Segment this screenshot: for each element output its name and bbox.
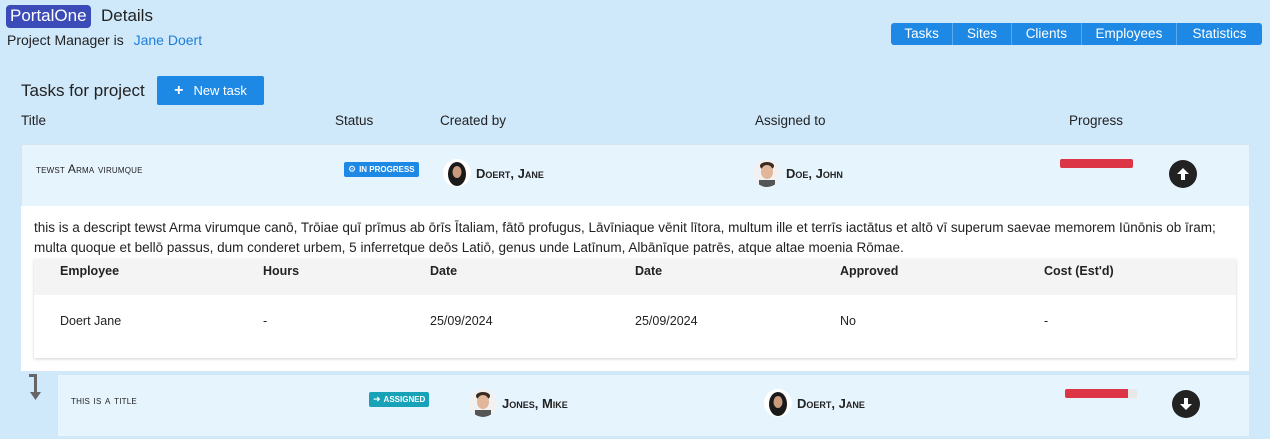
page-title: Details bbox=[101, 6, 153, 25]
assigned-to-name: Doert, Jane bbox=[797, 395, 865, 411]
progress-bar bbox=[1060, 159, 1133, 168]
column-header-title: Title bbox=[21, 113, 47, 128]
log-header-cost: Cost (Est'd) bbox=[1044, 264, 1114, 278]
log-cell-approved: No bbox=[840, 314, 856, 328]
project-manager-label: Project Manager is bbox=[7, 32, 124, 48]
log-cell-employee: Doert Jane bbox=[60, 314, 122, 328]
nav-clients[interactable]: Clients bbox=[1012, 23, 1082, 45]
column-header-status: Status bbox=[335, 113, 374, 128]
subtask-connector-icon bbox=[29, 374, 47, 404]
log-header-employee: Employee bbox=[60, 264, 120, 278]
task-row[interactable]: this is a title ➜ ASSIGNED Jones, Mike D… bbox=[57, 374, 1250, 437]
avatar bbox=[469, 389, 497, 417]
column-header-assigned-to: Assigned to bbox=[755, 113, 826, 128]
task-details-panel: this is a descript tewst Arma virumque c… bbox=[21, 206, 1249, 371]
nav-employees[interactable]: Employees bbox=[1082, 23, 1177, 45]
project-manager-link[interactable]: Jane Doert bbox=[134, 32, 202, 48]
cogs-icon: ⚙ bbox=[348, 164, 357, 174]
avatar bbox=[443, 159, 471, 187]
progress-fill bbox=[1060, 159, 1133, 168]
status-badge: ➜ ASSIGNED bbox=[369, 392, 430, 407]
project-manager-row: Project Manager is Jane Doert bbox=[7, 32, 202, 48]
log-header-date: Date bbox=[430, 264, 458, 278]
column-header-progress: Progress bbox=[1069, 113, 1124, 128]
nav-sites[interactable]: Sites bbox=[953, 23, 1012, 45]
log-cell-date: 25/09/2024 bbox=[430, 314, 493, 328]
log-cell-hours: - bbox=[263, 314, 268, 328]
arrow-up-circle-icon[interactable] bbox=[1169, 160, 1197, 188]
task-title[interactable]: this is a title bbox=[71, 393, 137, 407]
created-by-user[interactable]: Doert, Jane bbox=[443, 159, 544, 187]
created-by-name: Doert, Jane bbox=[476, 165, 544, 181]
log-header-approved: Approved bbox=[840, 264, 899, 278]
new-task-button[interactable]: + New task bbox=[157, 76, 264, 105]
plus-icon: + bbox=[174, 81, 184, 99]
nav-statistics[interactable]: Statistics bbox=[1177, 23, 1262, 45]
assigned-to-user[interactable]: Doe, John bbox=[753, 159, 843, 187]
time-log-table: Employee Hours Date Date Approved Cost (… bbox=[34, 259, 1236, 358]
status-text: ASSIGNED bbox=[383, 395, 426, 404]
avatar bbox=[753, 159, 781, 187]
avatar bbox=[764, 389, 792, 417]
status-text: IN PROGRESS bbox=[359, 165, 415, 174]
log-cell-cost: - bbox=[1044, 314, 1049, 328]
main-nav: Tasks Sites Clients Employees Statistics bbox=[891, 23, 1262, 45]
task-title[interactable]: tewst Arma virumque bbox=[36, 162, 143, 176]
nav-tasks[interactable]: Tasks bbox=[891, 23, 954, 45]
arrow-right-circle-icon: ➜ bbox=[373, 394, 381, 404]
status-badge: ⚙ IN PROGRESS bbox=[344, 162, 419, 177]
assigned-to-name: Doe, John bbox=[786, 165, 843, 181]
tasks-section-title: Tasks for project bbox=[21, 81, 145, 100]
progress-bar bbox=[1065, 389, 1137, 398]
task-row[interactable]: tewst Arma virumque ⚙ IN PROGRESS Doert,… bbox=[21, 144, 1250, 207]
task-description: this is a descript tewst Arma virumque c… bbox=[34, 220, 1216, 255]
created-by-name: Jones, Mike bbox=[502, 395, 568, 411]
arrow-down-circle-icon[interactable] bbox=[1172, 390, 1200, 418]
log-cell-date-2: 25/09/2024 bbox=[635, 314, 698, 328]
log-header-date-2: Date bbox=[635, 264, 663, 278]
brand-logo[interactable]: PortalOne bbox=[6, 5, 91, 28]
log-header-hours: Hours bbox=[263, 264, 300, 278]
new-task-label: New task bbox=[193, 83, 247, 98]
assigned-to-user[interactable]: Doert, Jane bbox=[764, 389, 865, 417]
progress-fill bbox=[1065, 389, 1128, 398]
column-header-created-by: Created by bbox=[440, 113, 507, 128]
created-by-user[interactable]: Jones, Mike bbox=[469, 389, 568, 417]
